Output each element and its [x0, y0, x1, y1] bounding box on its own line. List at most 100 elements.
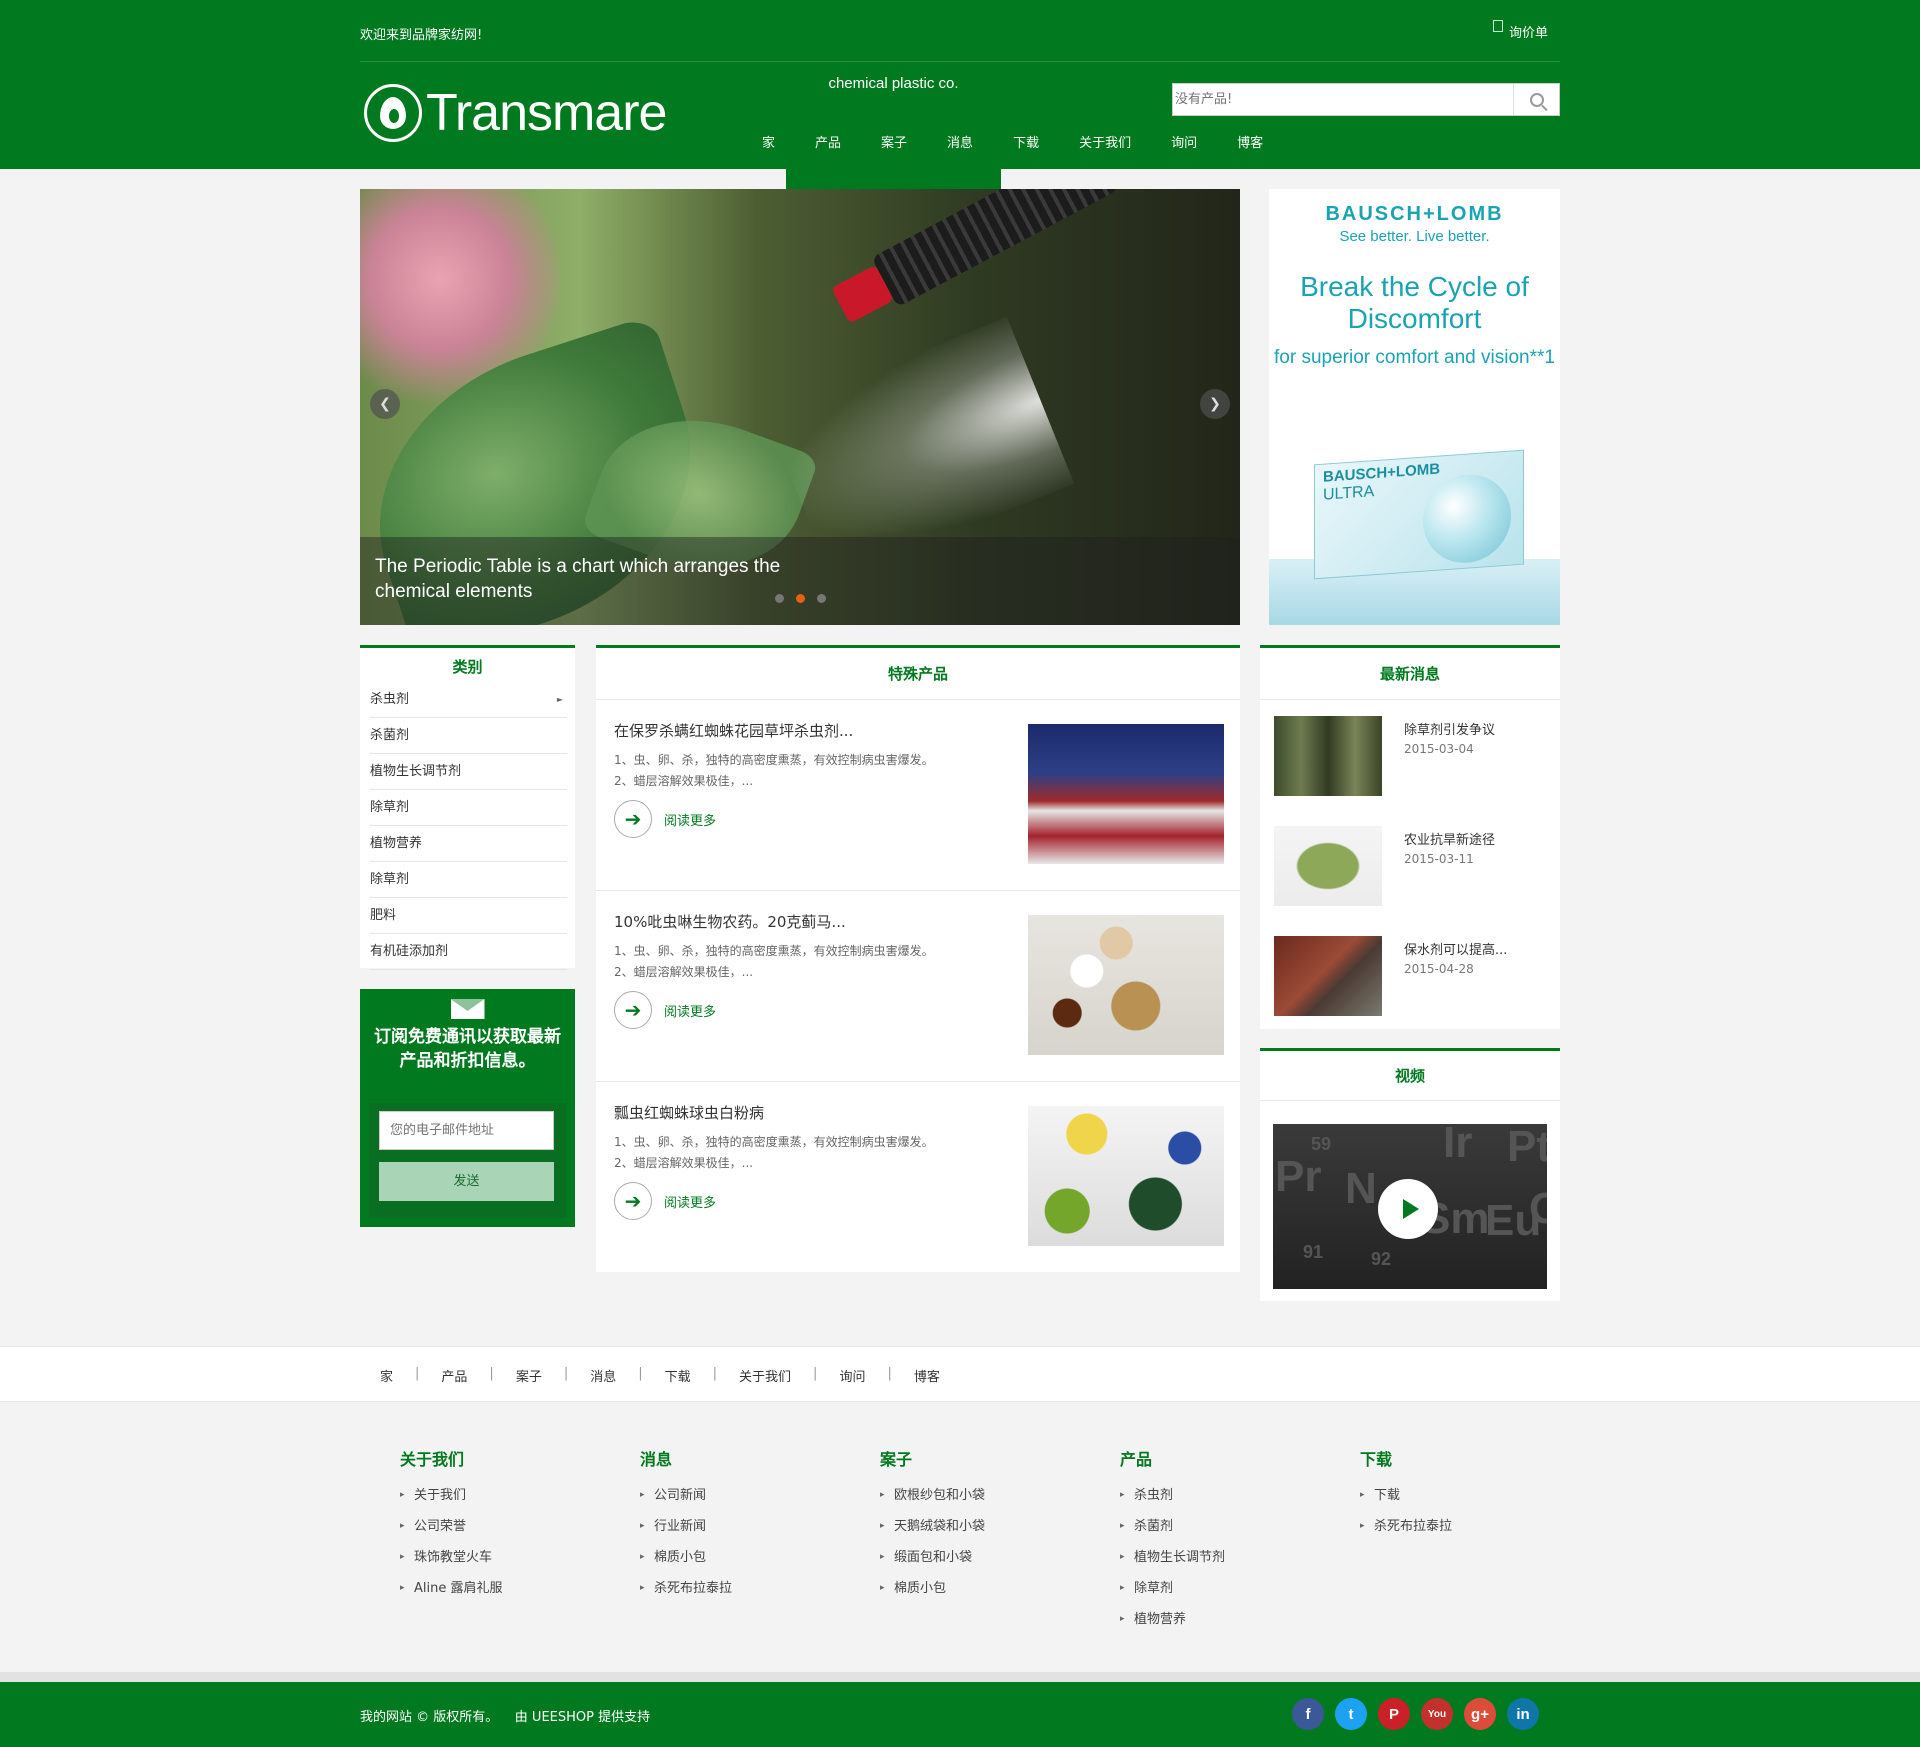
- caret-right-icon: ►: [556, 695, 563, 704]
- nav-cases[interactable]: 案子: [861, 132, 927, 151]
- news-image[interactable]: [1274, 826, 1382, 906]
- twitter-icon[interactable]: t: [1335, 1698, 1367, 1730]
- news-image[interactable]: [1274, 716, 1382, 796]
- newsletter-title: 订阅免费通讯以获取最新产品和折扣信息。: [374, 1027, 561, 1071]
- read-more-link[interactable]: ➔ 阅读更多: [614, 800, 716, 838]
- chevron-right-icon[interactable]: ❯: [1200, 389, 1230, 419]
- footer-link[interactable]: 杀虫剂: [1120, 1480, 1225, 1511]
- slider-dot[interactable]: [775, 594, 784, 603]
- category-panel: 类别 杀虫剂 ► 杀菌剂 植物生长调节剂 除草剂 植物营养 除草剂 肥料 有机硅添…: [360, 645, 575, 970]
- category-item[interactable]: 杀菌剂: [370, 718, 567, 754]
- category-item[interactable]: 肥料: [370, 898, 567, 934]
- product-desc: 1、虫、卵、杀，独特的高密度熏蒸，有效控制病虫害爆发。 2、蜡层溶解效果极佳，..…: [614, 944, 934, 979]
- news-headline[interactable]: 农业抗旱新途径: [1404, 829, 1495, 848]
- footer-link[interactable]: 棉质小包: [640, 1542, 732, 1573]
- site-logo[interactable]: chemical plastic co. Transmare: [364, 75, 1001, 313]
- slider-dot[interactable]: [817, 594, 826, 603]
- nav-inquiry[interactable]: 询问: [1151, 132, 1217, 151]
- youtube-icon[interactable]: You: [1421, 1698, 1453, 1730]
- news-item[interactable]: 农业抗旱新途径 2015-03-11: [1274, 826, 1554, 906]
- send-button[interactable]: 发送: [379, 1162, 554, 1201]
- category-item[interactable]: 植物营养: [370, 826, 567, 862]
- search-button[interactable]: [1513, 84, 1559, 115]
- product-image[interactable]: [1028, 915, 1224, 1055]
- advertisement-banner[interactable]: BAUSCH+LOMB See better. Live better. Bre…: [1269, 189, 1560, 625]
- logo-brand: Transmare: [426, 84, 667, 142]
- email-field[interactable]: [379, 1111, 554, 1150]
- footer-nav-link[interactable]: 博客: [914, 1366, 940, 1385]
- news-date: 2015-03-04: [1404, 742, 1474, 756]
- footer-link[interactable]: 杀死布拉泰拉: [640, 1573, 732, 1604]
- footer-columns: 关于我们 关于我们 公司荣誉 珠饰教堂火车 Aline 露肩礼服 消息 公司新闻…: [0, 1402, 1920, 1672]
- footer-link[interactable]: 公司新闻: [640, 1480, 732, 1511]
- footer-link[interactable]: 棉质小包: [880, 1573, 985, 1604]
- footer-nav-link[interactable]: 关于我们: [739, 1366, 791, 1385]
- product-title[interactable]: 瓢虫红蜘蛛球虫白粉病: [614, 1102, 764, 1123]
- news-headline[interactable]: 保水剂可以提高...: [1404, 939, 1507, 958]
- product-desc: 1、虫、卵、杀，独特的高密度熏蒸，有效控制病虫害爆发。 2、蜡层溶解效果极佳，..…: [614, 1135, 934, 1170]
- product-title[interactable]: 10%吡虫啉生物农药。20克蓟马...: [614, 911, 846, 932]
- footer-nav-link[interactable]: 案子: [516, 1366, 542, 1385]
- pinterest-icon[interactable]: P: [1378, 1698, 1410, 1730]
- footer-link[interactable]: 植物生长调节剂: [1120, 1542, 1225, 1573]
- linkedin-icon[interactable]: in: [1507, 1698, 1539, 1730]
- footer-col-about: 关于我们 关于我们 公司荣誉 珠饰教堂火车 Aline 露肩礼服: [400, 1446, 503, 1604]
- category-item[interactable]: 有机硅添加剂: [370, 934, 567, 970]
- news-item[interactable]: 保水剂可以提高... 2015-04-28: [1274, 936, 1554, 1016]
- video-player[interactable]: 59 Pr N Sm Eu G 91 92 Ir Pt: [1273, 1124, 1547, 1289]
- footer-nav-link[interactable]: 询问: [839, 1366, 865, 1385]
- read-more-link[interactable]: ➔ 阅读更多: [614, 991, 716, 1029]
- category-item[interactable]: 杀虫剂 ►: [370, 682, 567, 718]
- news-headline[interactable]: 除草剂引发争议: [1404, 719, 1495, 738]
- hero-slider[interactable]: ❮ ❯ The Periodic Table is a chart which …: [360, 189, 1240, 625]
- footer-link[interactable]: 杀菌剂: [1120, 1511, 1225, 1542]
- footer-link[interactable]: 缎面包和小袋: [880, 1542, 985, 1573]
- footer-link[interactable]: 天鹅绒袋和小袋: [880, 1511, 985, 1542]
- nav-products[interactable]: 产品: [795, 132, 861, 151]
- facebook-icon[interactable]: f: [1292, 1698, 1324, 1730]
- nav-about[interactable]: 关于我们: [1059, 132, 1151, 151]
- footer-link[interactable]: 珠饰教堂火车: [400, 1542, 503, 1573]
- google-plus-icon[interactable]: g+: [1464, 1698, 1496, 1730]
- nav-home[interactable]: 家: [740, 132, 795, 151]
- play-icon[interactable]: [1378, 1179, 1438, 1239]
- footer-link[interactable]: 除草剂: [1120, 1573, 1225, 1604]
- powered-by[interactable]: 由 UEESHOP 提供支持: [515, 1710, 650, 1725]
- category-item[interactable]: 植物生长调节剂: [370, 754, 567, 790]
- footer-link[interactable]: 杀死布拉泰拉: [1360, 1511, 1452, 1542]
- footer-col-cases: 案子 欧根纱包和小袋 天鹅绒袋和小袋 缎面包和小袋 棉质小包: [880, 1446, 985, 1604]
- footer-link[interactable]: 下载: [1360, 1480, 1452, 1511]
- site-header: 欢迎来到品牌家纺网! 询价单 chemical plastic co. Tran…: [0, 0, 1920, 313]
- footer-nav-link[interactable]: 家: [380, 1366, 393, 1385]
- chevron-left-icon[interactable]: ❮: [370, 389, 400, 419]
- document-icon: [1492, 19, 1503, 32]
- footer-nav-link[interactable]: 下载: [665, 1366, 691, 1385]
- footer-col-news: 消息 公司新闻 行业新闻 棉质小包 杀死布拉泰拉: [640, 1446, 732, 1604]
- search-input[interactable]: [1173, 84, 1513, 115]
- footer-link[interactable]: Aline 露肩礼服: [400, 1573, 503, 1604]
- slider-dot-active[interactable]: [796, 594, 805, 603]
- footer-nav-link[interactable]: 消息: [590, 1366, 616, 1385]
- slide-caption: The Periodic Table is a chart which arra…: [360, 537, 1240, 625]
- product-image[interactable]: [1028, 724, 1224, 864]
- slide-image: [825, 189, 1190, 332]
- footer-nav-link[interactable]: 产品: [441, 1366, 467, 1385]
- news-item[interactable]: 除草剂引发争议 2015-03-04: [1274, 716, 1554, 796]
- product-image[interactable]: [1028, 1106, 1224, 1246]
- nav-blog[interactable]: 博客: [1217, 132, 1283, 151]
- ad-brand: BAUSCH+LOMB: [1325, 203, 1504, 225]
- footer-link[interactable]: 关于我们: [400, 1480, 503, 1511]
- product-title[interactable]: 在保罗杀螨红蜘蛛花园草坪杀虫剂...: [614, 720, 853, 741]
- category-item[interactable]: 除草剂: [370, 790, 567, 826]
- footer-link[interactable]: 欧根纱包和小袋: [880, 1480, 985, 1511]
- news-image[interactable]: [1274, 936, 1382, 1016]
- category-item[interactable]: 除草剂: [370, 862, 567, 898]
- nav-download[interactable]: 下载: [993, 132, 1059, 151]
- footer-link[interactable]: 植物营养: [1120, 1604, 1225, 1635]
- footer-link[interactable]: 行业新闻: [640, 1511, 732, 1542]
- arrow-right-icon: ➔: [614, 991, 652, 1029]
- read-more-link[interactable]: ➔ 阅读更多: [614, 1182, 716, 1220]
- footer-link[interactable]: 公司荣誉: [400, 1511, 503, 1542]
- inquiry-link[interactable]: 询价单: [1492, 19, 1548, 41]
- nav-news[interactable]: 消息: [927, 132, 993, 151]
